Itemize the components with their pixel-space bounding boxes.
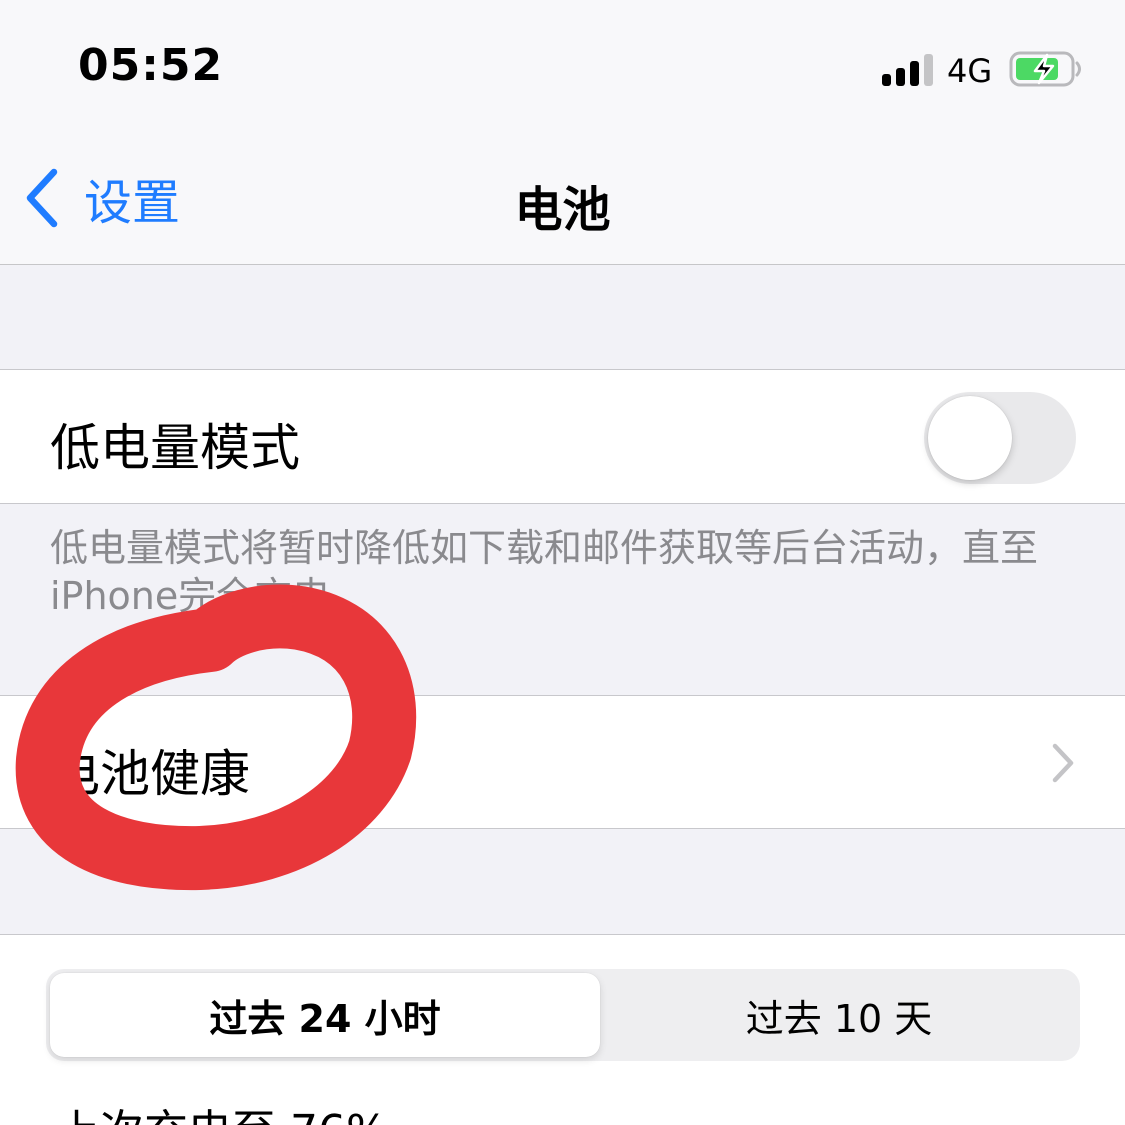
battery-health-label: 电池健康 [50, 745, 250, 803]
segment-last-24-hours[interactable]: 过去 24 小时 [50, 973, 600, 1057]
status-time: 05:52 [78, 40, 224, 91]
time-range-segmented-control: 过去 24 小时 过去 10 天 [46, 969, 1080, 1061]
page-title: 电池 [514, 182, 611, 238]
usage-section: 过去 24 小时 过去 10 天 上次充电至 76% [0, 934, 1125, 1125]
toggle-knob [928, 396, 1012, 480]
last-charge-text: 上次充电至 76% [56, 1095, 388, 1125]
low-power-mode-footer: 低电量模式将暂时降低如下载和邮件获取等后台活动，直至iPhone完全充电。 [50, 526, 1039, 618]
battery-settings-screen: 05:52 4G 设置 电池 低电量模式 低电量模式将暂时降低如下载和邮件获取等… [0, 0, 1125, 1125]
status-bar: 05:52 4G [0, 0, 1125, 130]
low-power-mode-label: 低电量模式 [50, 419, 300, 477]
navigation-bar: 设置 电池 [0, 130, 1125, 265]
cellular-signal-icon [882, 52, 936, 86]
low-power-mode-row: 低电量模式 [0, 369, 1125, 504]
segment-last-10-days[interactable]: 过去 10 天 [602, 973, 1076, 1057]
chevron-right-icon [1052, 743, 1074, 783]
low-power-mode-toggle[interactable] [924, 392, 1076, 484]
battery-charging-icon [1009, 51, 1081, 87]
network-type: 4G [947, 52, 993, 90]
battery-health-row[interactable]: 电池健康 [0, 695, 1125, 829]
